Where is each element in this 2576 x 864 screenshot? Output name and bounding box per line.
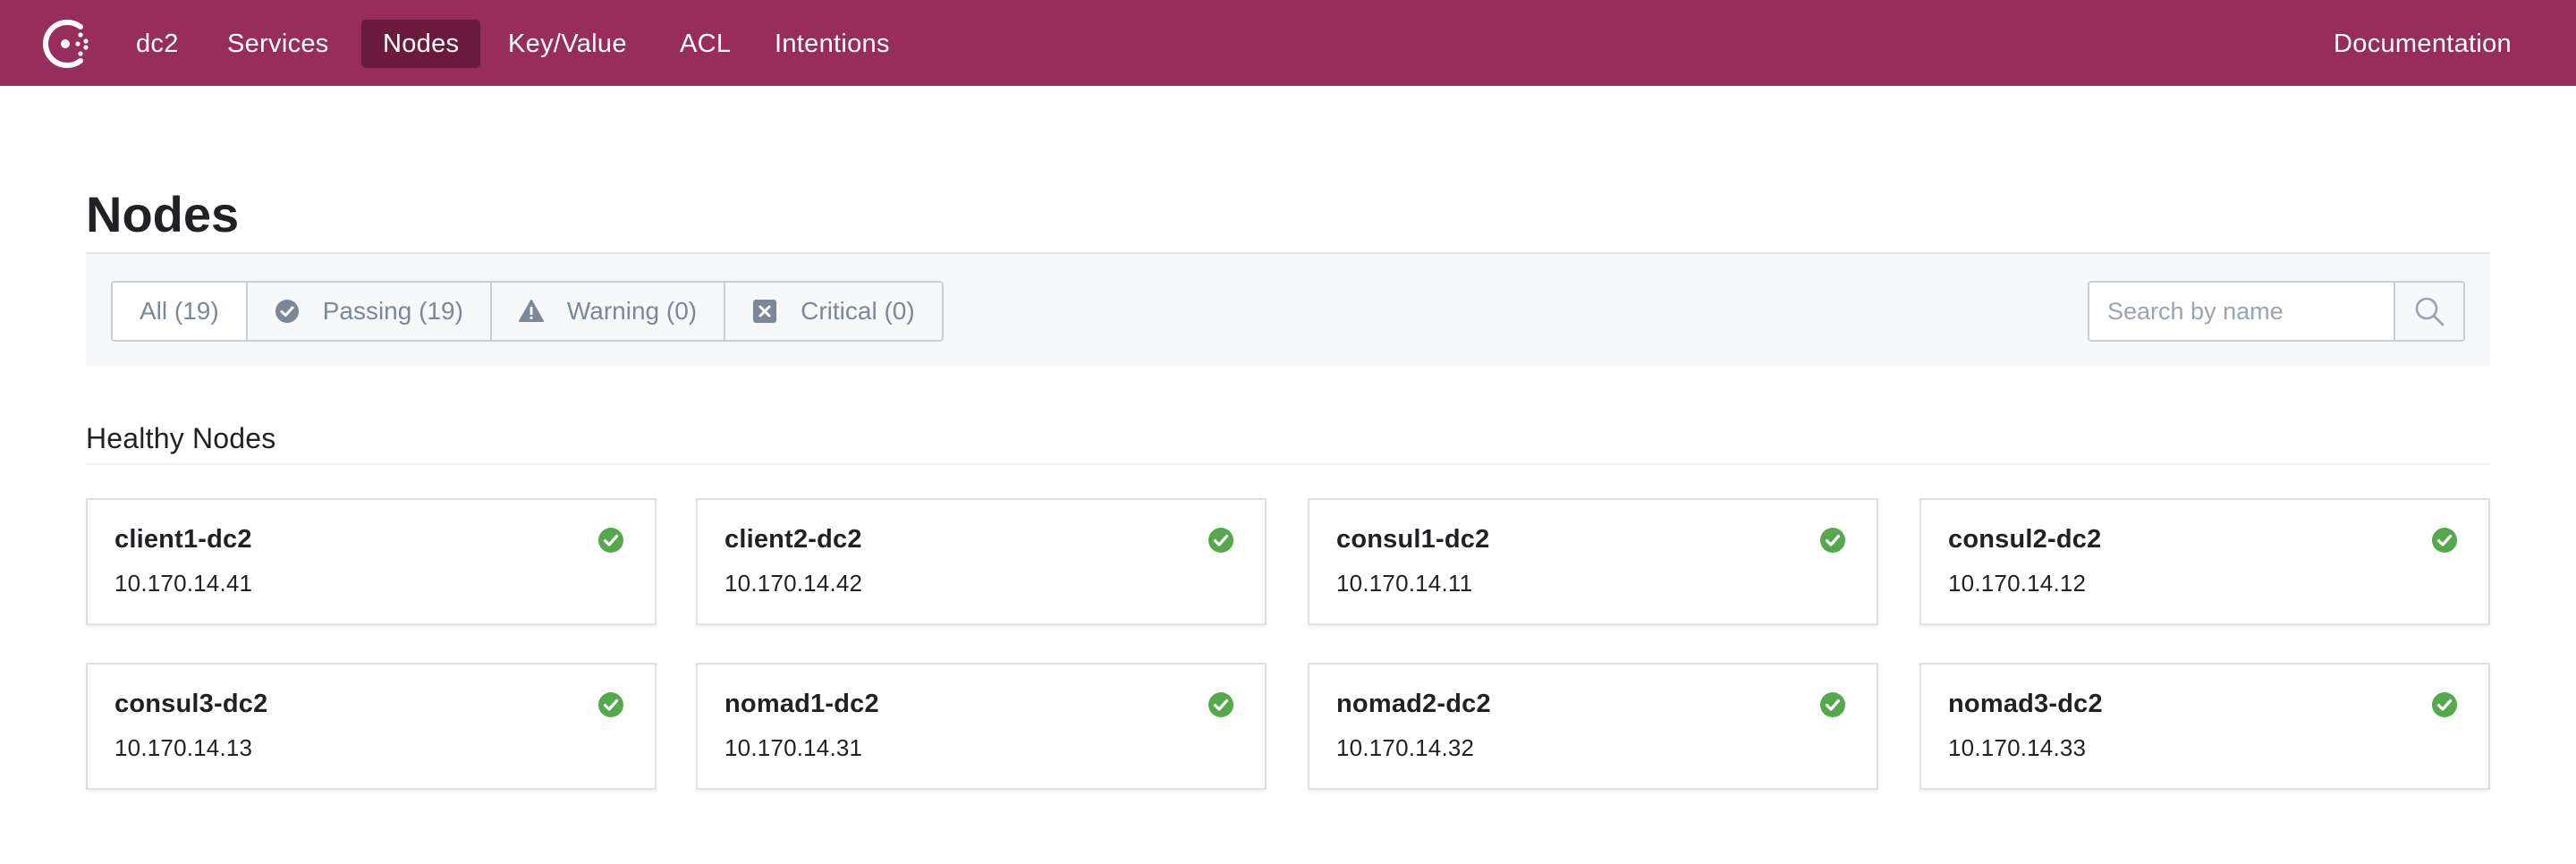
nav-datacenter-dc2[interactable]: dc2 bbox=[114, 20, 200, 68]
nav-item-intentions[interactable]: Intentions bbox=[753, 20, 911, 68]
node-card[interactable]: consul2-dc2 10.170.14.12 bbox=[1919, 498, 2490, 625]
passing-check-icon bbox=[598, 692, 623, 717]
node-card[interactable]: client1-dc2 10.170.14.41 bbox=[86, 498, 657, 625]
node-address: 10.170.14.12 bbox=[1948, 570, 2087, 597]
filter-passing-label: Passing (19) bbox=[322, 297, 463, 325]
node-name: nomad1-dc2 bbox=[724, 690, 879, 718]
section-divider bbox=[86, 463, 2490, 465]
critical-x-icon bbox=[753, 300, 777, 323]
filter-bar: All (19) Passing (19) Warning (0) Critic… bbox=[86, 252, 2490, 367]
node-name: consul3-dc2 bbox=[114, 690, 268, 718]
filter-all[interactable]: All (19) bbox=[111, 281, 248, 342]
search-box bbox=[2088, 281, 2465, 342]
filter-warning-label: Warning (0) bbox=[566, 297, 698, 325]
passing-check-icon bbox=[2432, 528, 2457, 553]
node-card[interactable]: consul3-dc2 10.170.14.13 bbox=[86, 663, 657, 790]
node-card[interactable]: consul1-dc2 10.170.14.11 bbox=[1308, 498, 1878, 625]
healthy-nodes-heading: Healthy Nodes bbox=[86, 422, 276, 454]
node-name: consul2-dc2 bbox=[1948, 525, 2102, 554]
node-address: 10.170.14.32 bbox=[1336, 734, 1475, 761]
passing-check-icon bbox=[1820, 692, 1845, 717]
search-icon bbox=[2415, 297, 2445, 326]
passing-check-icon bbox=[1208, 692, 1233, 717]
passing-check-icon bbox=[598, 528, 623, 553]
node-name: consul1-dc2 bbox=[1336, 525, 1490, 554]
node-card[interactable]: nomad3-dc2 10.170.14.33 bbox=[1919, 663, 2490, 790]
top-navigation: dc2 Services Nodes Key/Value ACL Intenti… bbox=[0, 0, 2576, 86]
passing-check-icon bbox=[1820, 528, 1845, 553]
passing-check-icon bbox=[2432, 692, 2457, 717]
search-input[interactable] bbox=[2088, 281, 2394, 342]
node-name: client1-dc2 bbox=[114, 525, 252, 554]
node-name: client2-dc2 bbox=[724, 525, 862, 554]
node-address: 10.170.14.11 bbox=[1336, 570, 1473, 597]
node-card[interactable]: nomad2-dc2 10.170.14.32 bbox=[1308, 663, 1878, 790]
filter-warning[interactable]: Warning (0) bbox=[489, 281, 726, 342]
passing-check-icon bbox=[1208, 528, 1233, 553]
node-address: 10.170.14.31 bbox=[724, 734, 863, 761]
search-button[interactable] bbox=[2394, 281, 2465, 342]
filter-critical-label: Critical (0) bbox=[801, 297, 915, 325]
nav-item-services[interactable]: Services bbox=[206, 20, 351, 68]
filter-passing[interactable]: Passing (19) bbox=[245, 281, 492, 342]
nav-item-key-value[interactable]: Key/Value bbox=[487, 20, 648, 68]
node-address: 10.170.14.13 bbox=[114, 734, 253, 761]
warning-triangle-icon bbox=[518, 300, 544, 322]
filter-critical[interactable]: Critical (0) bbox=[724, 281, 944, 342]
filter-all-label: All (19) bbox=[140, 297, 219, 325]
node-name: nomad3-dc2 bbox=[1948, 690, 2103, 718]
consul-logo-icon[interactable] bbox=[41, 18, 93, 70]
documentation-link[interactable]: Documentation bbox=[2334, 20, 2512, 68]
node-address: 10.170.14.42 bbox=[724, 570, 863, 597]
page-title: Nodes bbox=[86, 186, 240, 242]
node-address: 10.170.14.41 bbox=[114, 570, 253, 597]
node-address: 10.170.14.33 bbox=[1948, 734, 2087, 761]
nav-item-nodes[interactable]: Nodes bbox=[361, 20, 481, 68]
node-card[interactable]: nomad1-dc2 10.170.14.31 bbox=[696, 663, 1267, 790]
node-card[interactable]: client2-dc2 10.170.14.42 bbox=[696, 498, 1267, 625]
nav-item-acl[interactable]: ACL bbox=[658, 20, 752, 68]
passing-check-icon bbox=[275, 300, 299, 323]
node-name: nomad2-dc2 bbox=[1336, 690, 1491, 718]
health-filter-group: All (19) Passing (19) Warning (0) Critic… bbox=[111, 281, 944, 342]
